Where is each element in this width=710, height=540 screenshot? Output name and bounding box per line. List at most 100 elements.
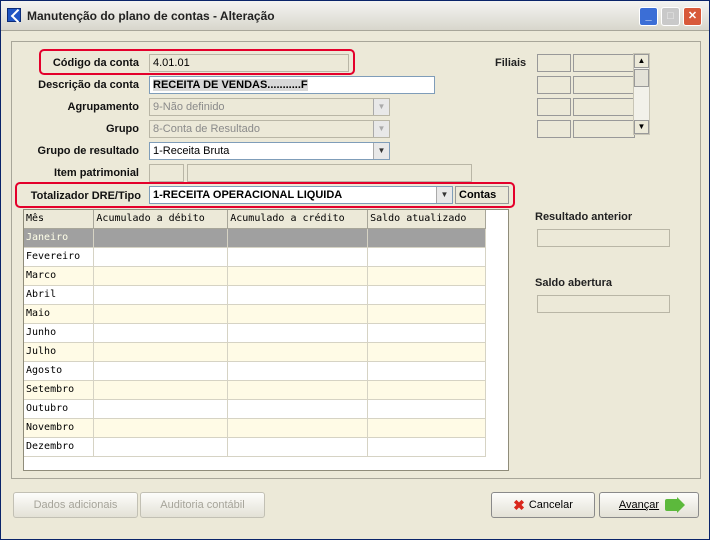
table-row[interactable]: Novembro [24,418,486,438]
table-row[interactable]: Maio [24,304,486,324]
grupo-value: 8-Conta de Resultado [153,123,261,135]
agrupamento-value: 9-Não definido [153,101,225,113]
credito-cell [227,399,369,419]
scroll-up-icon[interactable]: ▲ [634,54,649,68]
month-cell: Setembro [24,380,95,400]
month-cell: Maio [24,304,95,324]
saldo-cell [367,437,486,457]
col-header-mes[interactable]: Mês [24,210,95,229]
debito-cell [93,323,229,343]
month-cell: Agosto [24,361,95,381]
saldo-cell [367,399,486,419]
filiais-cell [573,120,635,138]
saldo-cell [367,361,486,381]
contas-button[interactable]: Contas [455,186,509,204]
arrow-right-icon [665,497,686,514]
saldo-cell [367,266,486,286]
col-header-saldo[interactable]: Saldo atualizado [367,210,486,229]
table-row[interactable]: Julho [24,342,486,362]
month-cell: Fevereiro [24,247,95,267]
filiais-cell [537,76,571,94]
grupo-resultado-label: Grupo de resultado [37,145,139,157]
grupo-resultado-combo[interactable]: 1-Receita Bruta ▼ [149,142,390,160]
table-row[interactable]: Dezembro [24,437,486,457]
descricao-value: RECEITA DE VENDAS...........F [153,79,308,91]
resultado-anterior-label: Resultado anterior [535,211,633,223]
month-cell: Junho [24,323,95,343]
totalizador-combo[interactable]: 1-RECEITA OPERACIONAL LIQUIDA ▼ [149,186,453,204]
table-row[interactable]: Abril [24,285,486,305]
grupo-combo[interactable]: 8-Conta de Resultado ▼ [149,120,390,138]
month-cell: Novembro [24,418,95,438]
saldo-cell [367,228,486,248]
table-row[interactable]: Janeiro [24,228,486,248]
item-patrimonial-code[interactable] [149,164,184,182]
credito-cell [227,418,369,438]
cancel-label: Cancelar [528,499,573,511]
credito-cell [227,228,369,248]
col-header-credito[interactable]: Acumulado a crédito [227,210,369,229]
credito-cell [227,342,369,362]
cancel-button[interactable]: ✖ Cancelar [491,492,595,518]
saldo-abertura-field [537,295,670,313]
filiais-scrollbar[interactable]: ▲ ▼ [633,53,650,135]
codigo-field[interactable]: 4.01.01 [149,54,349,72]
agrupamento-combo[interactable]: 9-Não definido ▼ [149,98,390,116]
saldo-cell [367,342,486,362]
descricao-field[interactable]: RECEITA DE VENDAS...........F [149,76,435,94]
debito-cell [93,285,229,305]
cancel-icon: ✖ [513,497,525,514]
debito-cell [93,228,229,248]
monthly-table: Mês Acumulado a débito Acumulado a crédi… [24,210,486,457]
credito-cell [227,285,369,305]
debito-cell [93,361,229,381]
minimize-button[interactable]: _ [639,7,658,26]
col-header-debito[interactable]: Acumulado a débito [93,210,229,229]
item-patrimonial-desc[interactable] [187,164,472,182]
table-row[interactable]: Setembro [24,380,486,400]
table-row[interactable]: Fevereiro [24,247,486,267]
grupo-resultado-value: 1-Receita Bruta [153,145,230,157]
filiais-cell [537,54,571,72]
saldo-cell [367,304,486,324]
debito-cell [93,418,229,438]
filiais-cell [573,54,635,72]
credito-cell [227,323,369,343]
credito-cell [227,266,369,286]
advance-label: Avançar [618,499,660,511]
close-button[interactable]: ✕ [683,7,702,26]
table-row[interactable]: Junho [24,323,486,343]
debito-cell [93,304,229,324]
debito-cell [93,437,229,457]
credito-cell [227,380,369,400]
saldo-cell [367,418,486,438]
descricao-label: Descrição da conta [38,79,139,91]
saldo-cell [367,380,486,400]
table-row[interactable]: Marco [24,266,486,286]
totalizador-value: 1-RECEITA OPERACIONAL LIQUIDA [153,189,343,201]
maximize-button[interactable]: □ [661,7,680,26]
chevron-down-icon[interactable]: ▼ [373,143,389,159]
monthly-grid[interactable]: Mês Acumulado a débito Acumulado a crédi… [23,209,509,471]
month-cell: Abril [24,285,95,305]
dados-adicionais-button[interactable]: Dados adicionais [13,492,138,518]
saldo-abertura-label: Saldo abertura [535,277,613,289]
chevron-down-icon[interactable]: ▼ [373,99,389,115]
auditoria-contabil-button[interactable]: Auditoria contábil [140,492,265,518]
saldo-cell [367,323,486,343]
scroll-thumb[interactable] [634,69,649,87]
grupo-label: Grupo [106,123,139,135]
credito-cell [227,247,369,267]
chevron-down-icon[interactable]: ▼ [373,121,389,137]
chevron-down-icon[interactable]: ▼ [436,187,452,203]
month-cell: Janeiro [24,228,95,248]
table-row[interactable]: Outubro [24,399,486,419]
scroll-down-icon[interactable]: ▼ [634,120,649,134]
item-patrimonial-label: Item patrimonial [54,167,139,179]
month-cell: Marco [24,266,95,286]
advance-button[interactable]: Avançar [599,492,699,518]
credito-cell [227,304,369,324]
filiais-label: Filiais [495,57,527,69]
table-row[interactable]: Agosto [24,361,486,381]
agrupamento-label: Agrupamento [67,101,140,113]
